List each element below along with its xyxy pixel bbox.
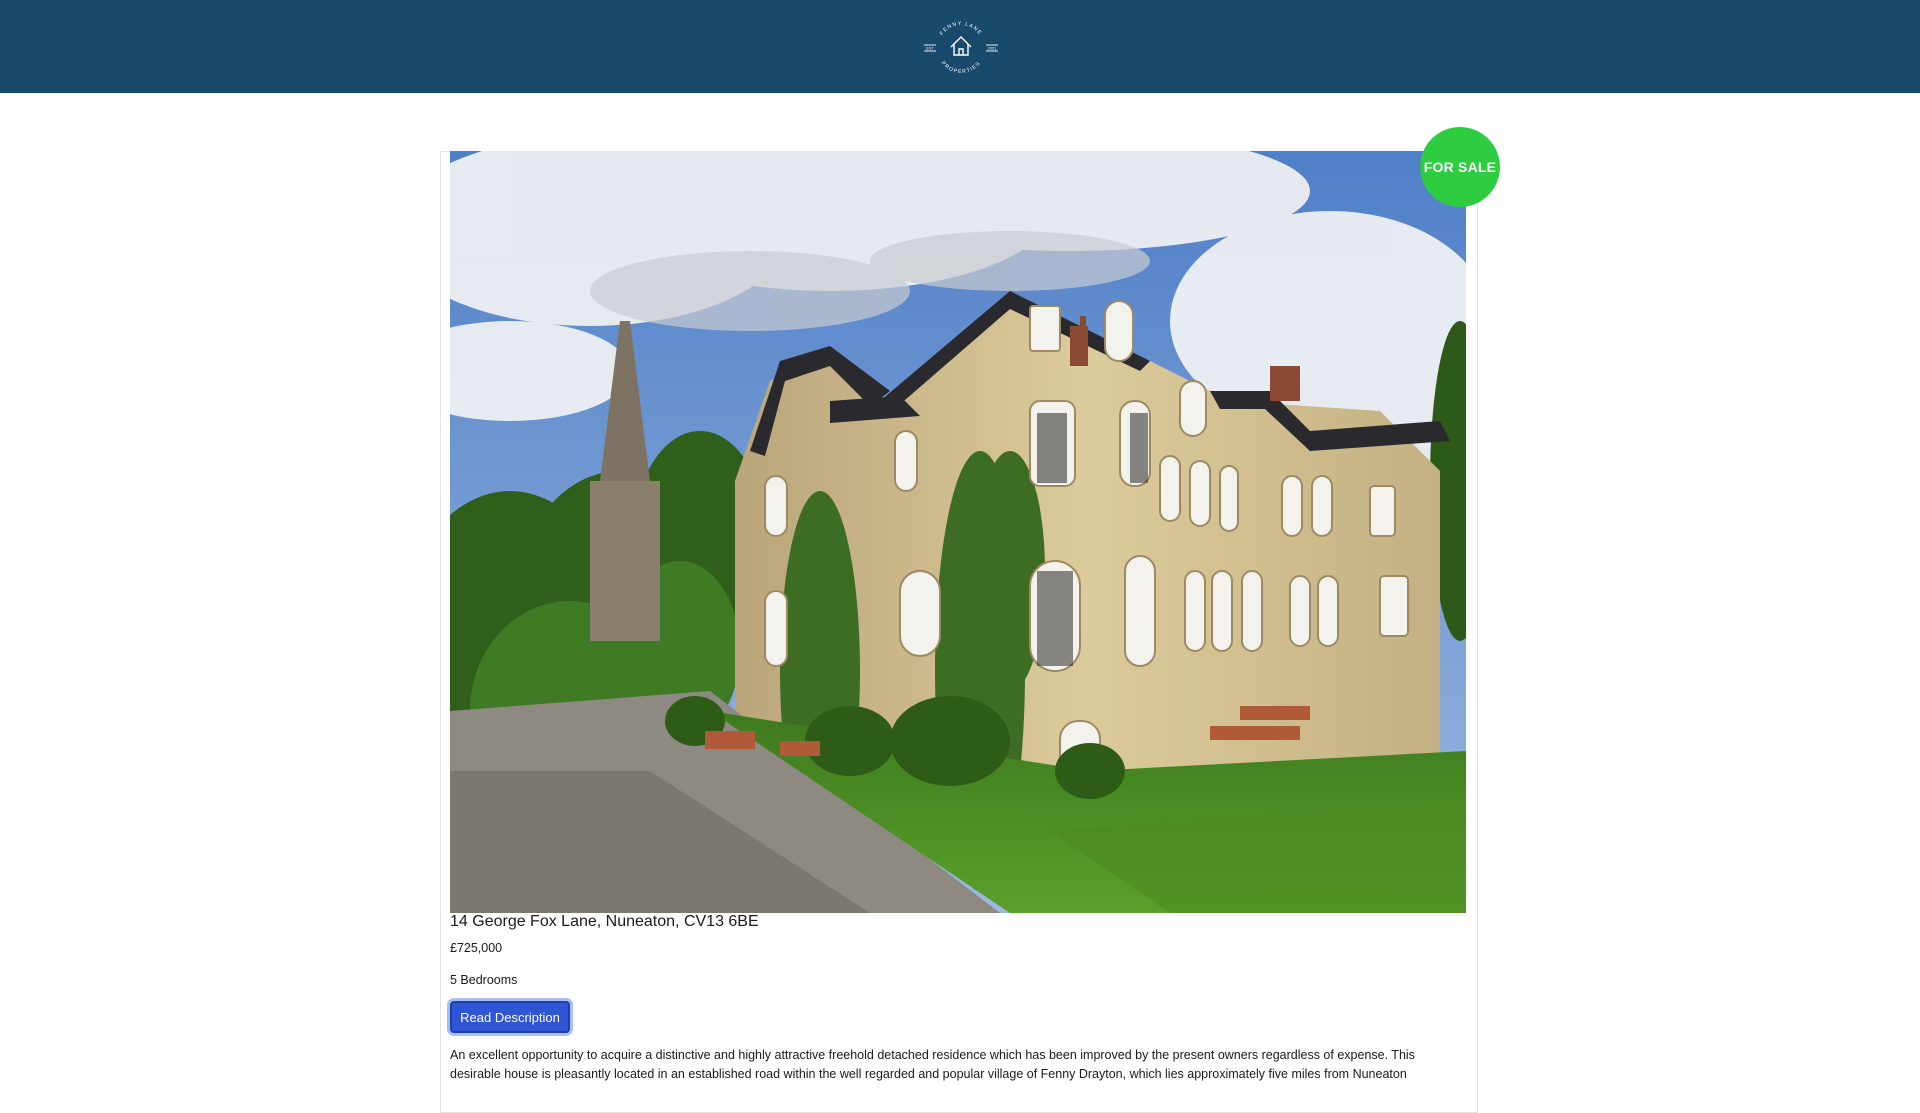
logo-top-text: FENNY LANE (939, 21, 982, 37)
property-address: 14 George Fox Lane, Nuneaton, CV13 6BE (450, 913, 759, 930)
logo-right-text: 2021 (988, 46, 998, 51)
house-icon (950, 36, 972, 56)
fenny-lane-logo[interactable]: FENNY LANE PROPERTIES EST 2021 (922, 16, 1000, 78)
svg-text:PROPERTIES: PROPERTIES (940, 60, 982, 75)
property-bedrooms: 5 Bedrooms (450, 973, 518, 987)
logo-left-text: EST (926, 46, 934, 51)
house-photo-illustration (450, 151, 1466, 913)
logo-bottom-text: PROPERTIES (940, 60, 981, 75)
top-header-bar: FENNY LANE PROPERTIES EST 2021 (0, 0, 1920, 93)
status-badge: FOR SALE (1420, 127, 1500, 207)
svg-text:FENNY LANE: FENNY LANE (939, 21, 983, 37)
property-price: £725,000 (450, 941, 503, 955)
property-photo[interactable] (450, 151, 1466, 913)
property-description: An excellent opportunity to acquire a di… (450, 1048, 1415, 1081)
read-description-button[interactable]: Read Description (450, 1001, 570, 1033)
